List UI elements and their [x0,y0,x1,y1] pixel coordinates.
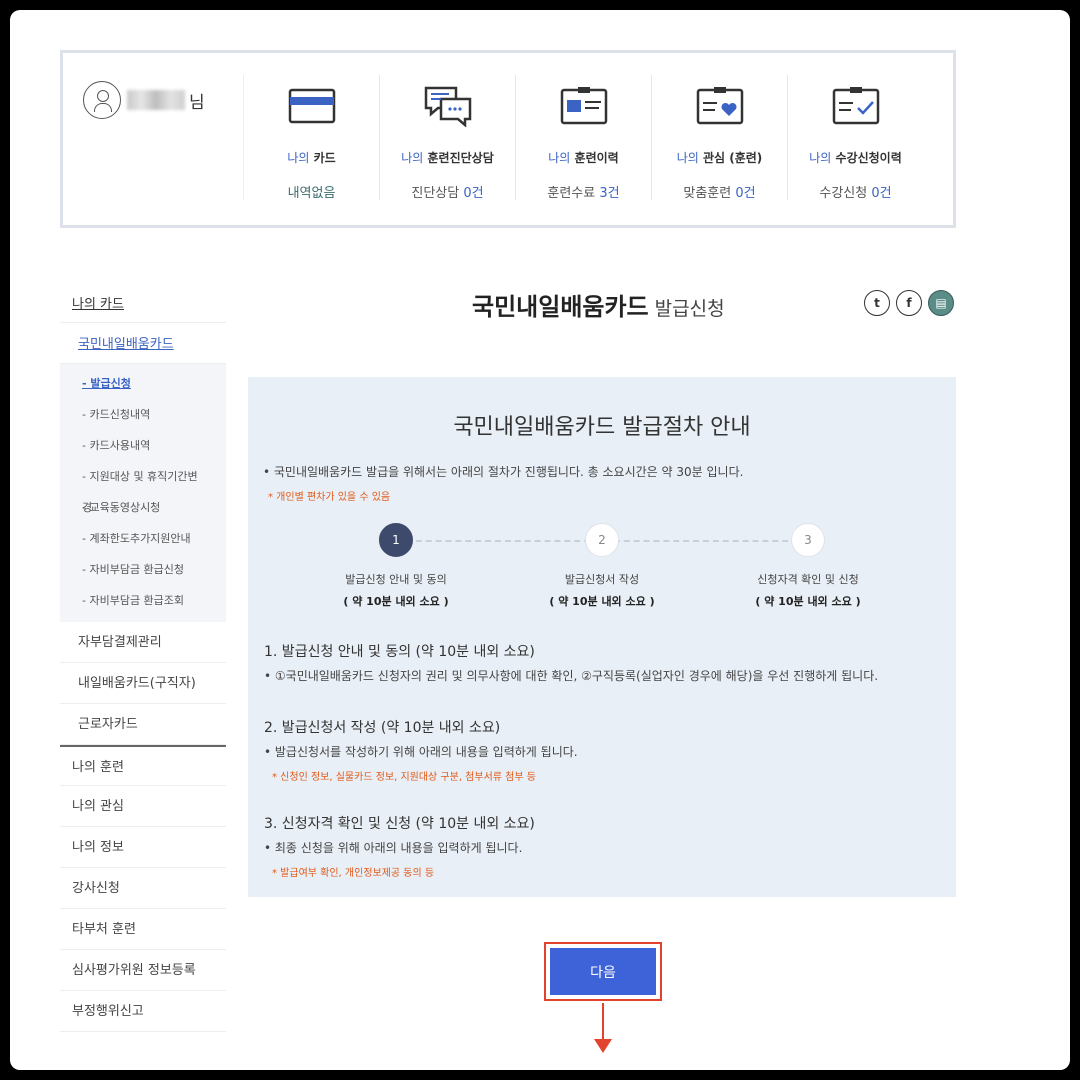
summary-my-enrollment[interactable]: 나의 수강신청이력 수강신청 0건 [787,75,923,201]
section-2-heading: 2. 발급신청서 작성 (약 10분 내외 소요) [264,720,501,736]
nav-worker-card[interactable]: 근로자카드 [60,704,226,745]
step-time: ( 약 10분 내외 소요 ) [755,595,861,608]
nav-jobseeker-card[interactable]: 내일배움카드(구직자) [60,663,226,704]
nav-other-ministry[interactable]: 타부처 훈련 [60,909,226,950]
section-3-note: * 발급여부 확인, 개인정보제공 동의 등 [272,868,435,879]
summary-my-card[interactable]: 나의 카드 내역없음 [243,75,379,201]
step-3: 3 신청자격 확인 및 신청 ( 약 10분 내외 소요 ) [728,523,888,609]
summary-value: 수강신청 0건 [819,186,892,201]
summary-my-consult[interactable]: 나의 훈련진단상담 진단상담 0건 [379,75,515,201]
page-frame: 님 나의 카드 내역없음 나의 훈련진단상담 진단상담 0건 나의 훈련이력 훈… [10,10,1070,1070]
summary-title: 나의 훈련이력 [548,151,619,165]
step-indicator: 1 발급신청 안내 및 동의 ( 약 10분 내외 소요 ) 2 발급신청서 작… [343,523,861,608]
summary-my-interest[interactable]: 나의 관심 (훈련) 맞춤훈련 0건 [651,75,787,201]
share-buttons: t f ▤ [864,290,954,316]
chat-icon [424,86,471,127]
nav-submenu: - 발급신청 - 카드신청내역 - 카드사용내역 - 지원대상 및 휴직기간변경… [60,364,226,622]
nav-refund-apply[interactable]: - 자비부담금 환급신청 [60,554,226,585]
step-time: ( 약 10분 내외 소요 ) [343,595,449,608]
step-2: 2 발급신청서 작성 ( 약 10분 내외 소요 ) [522,523,682,609]
summary-title: 나의 카드 [287,151,336,165]
nav-my-training[interactable]: 나의 훈련 [60,745,226,786]
nav-my-interest[interactable]: 나의 관심 [60,786,226,827]
step-number: 1 [379,523,413,557]
nav-fraud-report[interactable]: 부정행위신고 [60,991,226,1032]
nav-card-history[interactable]: - 카드신청내역 [60,399,226,430]
facebook-icon[interactable]: f [896,290,922,316]
twitter-icon[interactable]: t [864,290,890,316]
summary-title: 나의 수강신청이력 [809,151,902,165]
nav-self-payment[interactable]: 자부담결제관리 [60,622,226,663]
nav-my-card[interactable]: 나의 카드 [60,285,226,323]
user-avatar-icon [83,81,121,119]
print-icon[interactable]: ▤ [928,290,954,316]
summary-value: 맞춤훈련 0건 [683,186,756,201]
nav-edu-video[interactable]: - 교육동영상시청 [60,492,226,523]
step-number: 3 [791,523,825,557]
down-arrow-line [602,1003,604,1039]
guide-note: * 개인별 편차가 있을 수 있음 [268,492,391,503]
guide-title: 국민내일배움카드 발급절차 안내 [453,415,751,440]
heart-clipboard-icon [696,87,743,125]
next-button[interactable]: 다음 [550,948,656,995]
guide-intro: • 국민내일배움카드 발급을 위해서는 아래의 절차가 진행됩니다. 총 소요시… [263,465,744,479]
step-time: ( 약 10분 내외 소요 ) [549,595,655,608]
section-1-text: • ①국민내일배움카드 신청자의 권리 및 의무사항에 대한 확인, ②구직등록… [264,669,879,683]
page-title: 국민내일배움카드 발급신청 [472,293,725,321]
nav-refund-check[interactable]: - 자비부담금 환급조회 [60,585,226,616]
summary-my-training[interactable]: 나의 훈련이력 훈련수료 3건 [515,75,651,201]
summary-title: 나의 관심 (훈련) [676,151,763,165]
summary-value: 내역없음 [287,186,336,201]
step-label: 발급신청서 작성 [564,573,640,586]
page-subtitle: 발급신청 [654,298,725,320]
user-suffix: 님 [189,92,205,113]
nav-instructor-apply[interactable]: 강사신청 [60,868,226,909]
left-nav: 나의 카드 국민내일배움카드 - 발급신청 - 카드신청내역 - 카드사용내역 … [60,285,226,1032]
down-arrow-icon [594,1039,612,1053]
nav-support-change[interactable]: - 지원대상 및 휴직기간변경 [60,461,226,514]
step-1: 1 발급신청 안내 및 동의 ( 약 10분 내외 소요 ) [316,523,476,609]
nav-national-card[interactable]: 국민내일배움카드 [60,323,226,364]
check-clipboard-icon [832,87,879,125]
card-icon [288,88,335,124]
section-2-text: • 발급신청서를 작성하기 위해 아래의 내용을 입력하게 됩니다. [264,745,578,759]
section-1-heading: 1. 발급신청 안내 및 동의 (약 10분 내외 소요) [264,644,535,660]
section-3-text: • 최종 신청을 위해 아래의 내용을 입력하게 됩니다. [264,841,523,855]
step-label: 신청자격 확인 및 신청 [757,573,859,586]
issue-guide-panel: 국민내일배움카드 발급절차 안내 • 국민내일배움카드 발급을 위해서는 아래의… [248,377,956,897]
section-2-note: * 신청인 정보, 실물카드 정보, 지원대상 구분, 첨부서류 첨부 등 [272,772,536,783]
next-button-highlight: 다음 [544,942,662,1001]
step-label: 발급신청 안내 및 동의 [345,573,447,586]
step-number: 2 [585,523,619,557]
nav-evaluator-register[interactable]: 심사평가위원 정보등록 [60,950,226,991]
user-info: 님 [83,81,205,119]
nav-card-usage[interactable]: - 카드사용내역 [60,430,226,461]
summary-title: 나의 훈련진단상담 [401,151,494,165]
summary-value: 진단상담 0건 [411,186,484,201]
id-card-icon [560,87,607,125]
section-3-heading: 3. 신청자격 확인 및 신청 (약 10분 내외 소요) [264,816,535,832]
user-name-blurred [127,90,185,110]
nav-my-info[interactable]: 나의 정보 [60,827,226,868]
nav-limit-extra[interactable]: - 계좌한도추가지원안내 [60,523,226,554]
nav-apply-issue[interactable]: - 발급신청 [60,368,226,399]
summary-value: 훈련수료 3건 [547,186,620,201]
my-summary-box: 님 나의 카드 내역없음 나의 훈련진단상담 진단상담 0건 나의 훈련이력 훈… [60,50,956,228]
